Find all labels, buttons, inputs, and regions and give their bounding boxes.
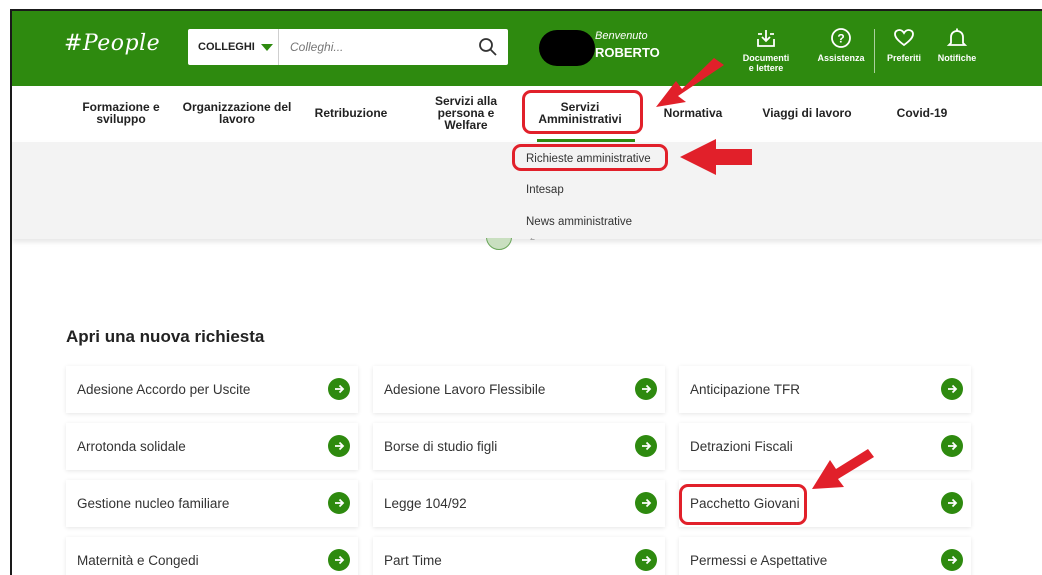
request-card[interactable]: Adesione Lavoro Flessibile <box>373 366 665 413</box>
pager-current-page[interactable] <box>486 238 512 250</box>
request-card-label: Legge 104/92 <box>384 496 467 511</box>
browser-viewport: #People COLLEGHI Benvenuto ROBERTO Doc <box>10 9 1042 575</box>
notifications-button[interactable]: Notifiche <box>933 27 981 63</box>
help-button[interactable]: ? Assistenza <box>811 27 871 63</box>
favorites-label: Preferiti <box>886 53 921 63</box>
help-icon: ? <box>831 28 851 48</box>
logo[interactable]: #People <box>64 31 160 56</box>
help-label: Assistenza <box>817 53 865 63</box>
nav-item-organizzazione[interactable]: Organizzazione del lavoro <box>182 101 292 125</box>
annotation-ring-servizi <box>522 90 643 134</box>
request-card[interactable]: Gestione nucleo familiare <box>66 480 358 527</box>
annotation-arrow-icon <box>656 58 724 107</box>
request-card-label: Part Time <box>384 553 442 568</box>
arrow-right-icon[interactable] <box>941 549 963 571</box>
arrow-right-icon[interactable] <box>941 492 963 514</box>
nav-item-viaggi[interactable]: Viaggi di lavoro <box>754 107 860 119</box>
section-title: Apri una nuova richiesta <box>66 327 265 346</box>
request-card[interactable]: Legge 104/92 <box>373 480 665 527</box>
request-card-label: Arrotonda solidale <box>77 439 186 454</box>
annotation-ring-richieste <box>512 144 668 171</box>
header-divider <box>874 29 875 73</box>
documents-button[interactable]: Documenti e lettere <box>740 27 792 73</box>
arrow-right-icon[interactable] <box>328 435 350 457</box>
request-card[interactable]: Arrotonda solidale <box>66 423 358 470</box>
arrow-right-icon[interactable] <box>941 378 963 400</box>
arrow-right-icon[interactable] <box>328 549 350 571</box>
user-avatar[interactable] <box>539 30 595 66</box>
request-card-label: Anticipazione TFR <box>690 382 801 397</box>
arrow-right-icon[interactable] <box>635 492 657 514</box>
notifications-label: Notifiche <box>937 53 977 63</box>
request-card-label: Borse di studio figli <box>384 439 498 454</box>
request-card[interactable]: Permessi e Aspettative <box>679 537 971 575</box>
arrow-right-icon[interactable] <box>328 378 350 400</box>
request-card-label: Detrazioni Fiscali <box>690 439 793 454</box>
request-card-label: Adesione Lavoro Flessibile <box>384 382 546 397</box>
annotation-ring-pacchetto <box>679 484 807 525</box>
arrow-right-icon[interactable] <box>635 435 657 457</box>
search-box: COLLEGHI <box>188 29 508 65</box>
nav-item-servizi-persona[interactable]: Servizi alla persona e Welfare <box>430 95 502 131</box>
nav-item-covid[interactable]: Covid-19 <box>890 107 954 119</box>
arrow-right-icon[interactable] <box>635 378 657 400</box>
request-card-label: Maternità e Congedi <box>77 553 199 568</box>
annotation-arrow-icon <box>812 449 874 489</box>
arrow-right-icon[interactable] <box>328 492 350 514</box>
nav-item-retribuzione[interactable]: Retribuzione <box>308 107 394 119</box>
dropdown-item-news[interactable]: News amministrative <box>526 216 632 228</box>
request-card[interactable]: Anticipazione TFR <box>679 366 971 413</box>
svg-text:?: ? <box>837 32 844 46</box>
nav-item-formazione[interactable]: Formazione e sviluppo <box>74 101 168 125</box>
top-bar: #People COLLEGHI Benvenuto ROBERTO Doc <box>12 11 1042 86</box>
download-tray-icon <box>757 30 775 47</box>
pager: 2 <box>472 238 592 254</box>
search-scope-select[interactable]: COLLEGHI <box>188 29 279 65</box>
arrow-right-icon[interactable] <box>635 549 657 571</box>
favorites-button[interactable]: Preferiti <box>882 27 926 63</box>
annotation-arrow-icon <box>680 139 752 175</box>
request-card[interactable]: Borse di studio figli <box>373 423 665 470</box>
welcome-label: Benvenuto <box>595 30 648 42</box>
request-card-label: Adesione Accordo per Uscite <box>77 382 251 397</box>
heart-icon <box>894 29 914 47</box>
search-scope-label: COLLEGHI <box>198 41 255 53</box>
pager-next-page[interactable]: 2 <box>530 238 538 242</box>
arrow-right-icon[interactable] <box>941 435 963 457</box>
documents-label: Documenti e lettere <box>742 53 790 73</box>
search-icon[interactable] <box>478 37 498 57</box>
bell-icon <box>946 28 968 46</box>
caret-down-icon <box>260 43 273 51</box>
request-card[interactable]: Adesione Accordo per Uscite <box>66 366 358 413</box>
request-card[interactable]: Maternità e Congedi <box>66 537 358 575</box>
request-card-label: Permessi e Aspettative <box>690 553 828 568</box>
dropdown-item-intesap[interactable]: Intesap <box>526 184 564 196</box>
request-card[interactable]: Part Time <box>373 537 665 575</box>
request-card-label: Gestione nucleo familiare <box>77 496 230 511</box>
search-input[interactable] <box>290 38 460 56</box>
